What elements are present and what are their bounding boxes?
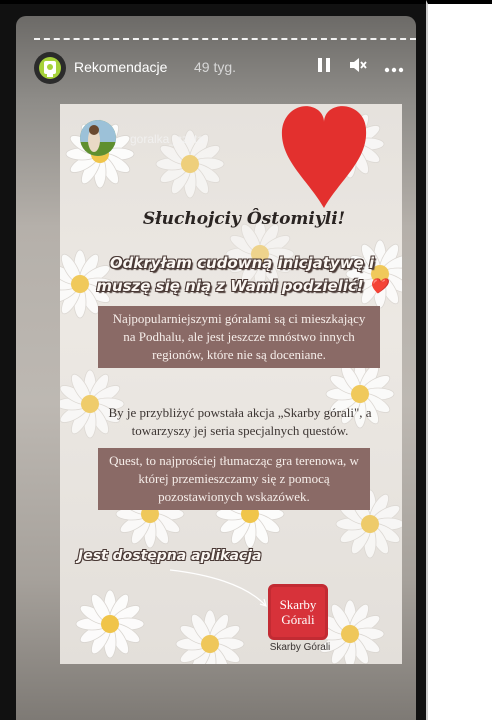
subline-line-2-text: muszę się nią z Wami podzielić! bbox=[96, 277, 364, 295]
account-name[interactable]: Rekomendacje bbox=[74, 59, 167, 75]
subline-line-2: muszę się nią z Wami podzielić! ❤️ bbox=[82, 275, 402, 298]
post-subline: Odkryłam cudowną inicjatywę i muszę się … bbox=[82, 252, 402, 298]
story-progress-bar bbox=[34, 38, 416, 40]
more-icon[interactable] bbox=[384, 60, 404, 78]
heart-icon bbox=[278, 100, 370, 215]
info-box-regions: Najpopularniejszymi góralami są ci miesz… bbox=[98, 306, 380, 368]
app-icon-label: Skarby Górali bbox=[269, 642, 331, 653]
app-available-text: Jest dostępna aplikacja bbox=[78, 548, 262, 564]
info-paragraph-action: By je przybliżyć powstała akcja „Skarby … bbox=[108, 405, 372, 438]
mute-icon[interactable] bbox=[348, 56, 368, 79]
account-logo-icon[interactable] bbox=[34, 52, 66, 84]
post-username[interactable]: goralka_czyta bbox=[130, 132, 204, 146]
curved-arrow-icon bbox=[169, 569, 267, 607]
story-card[interactable]: Rekomendacje 49 tyg. goralka_czyta Słuch… bbox=[16, 16, 416, 720]
app-icon[interactable]: Skarby Górali bbox=[268, 584, 328, 640]
pause-icon[interactable] bbox=[316, 56, 332, 79]
info-box-quest: Quest, to najprościej tłumacząc gra tere… bbox=[98, 448, 370, 510]
subline-line-1: Odkryłam cudowną inicjatywę i bbox=[109, 254, 375, 272]
right-panel bbox=[426, 0, 492, 720]
avatar[interactable] bbox=[80, 120, 116, 156]
post-headline: Słuchojciy Ôstomiyli! bbox=[142, 209, 346, 229]
story-header: Rekomendacje 49 tyg. bbox=[34, 52, 416, 84]
post-time: 49 tyg. bbox=[194, 59, 237, 75]
red-heart-emoji-icon: ❤️ bbox=[368, 277, 388, 295]
